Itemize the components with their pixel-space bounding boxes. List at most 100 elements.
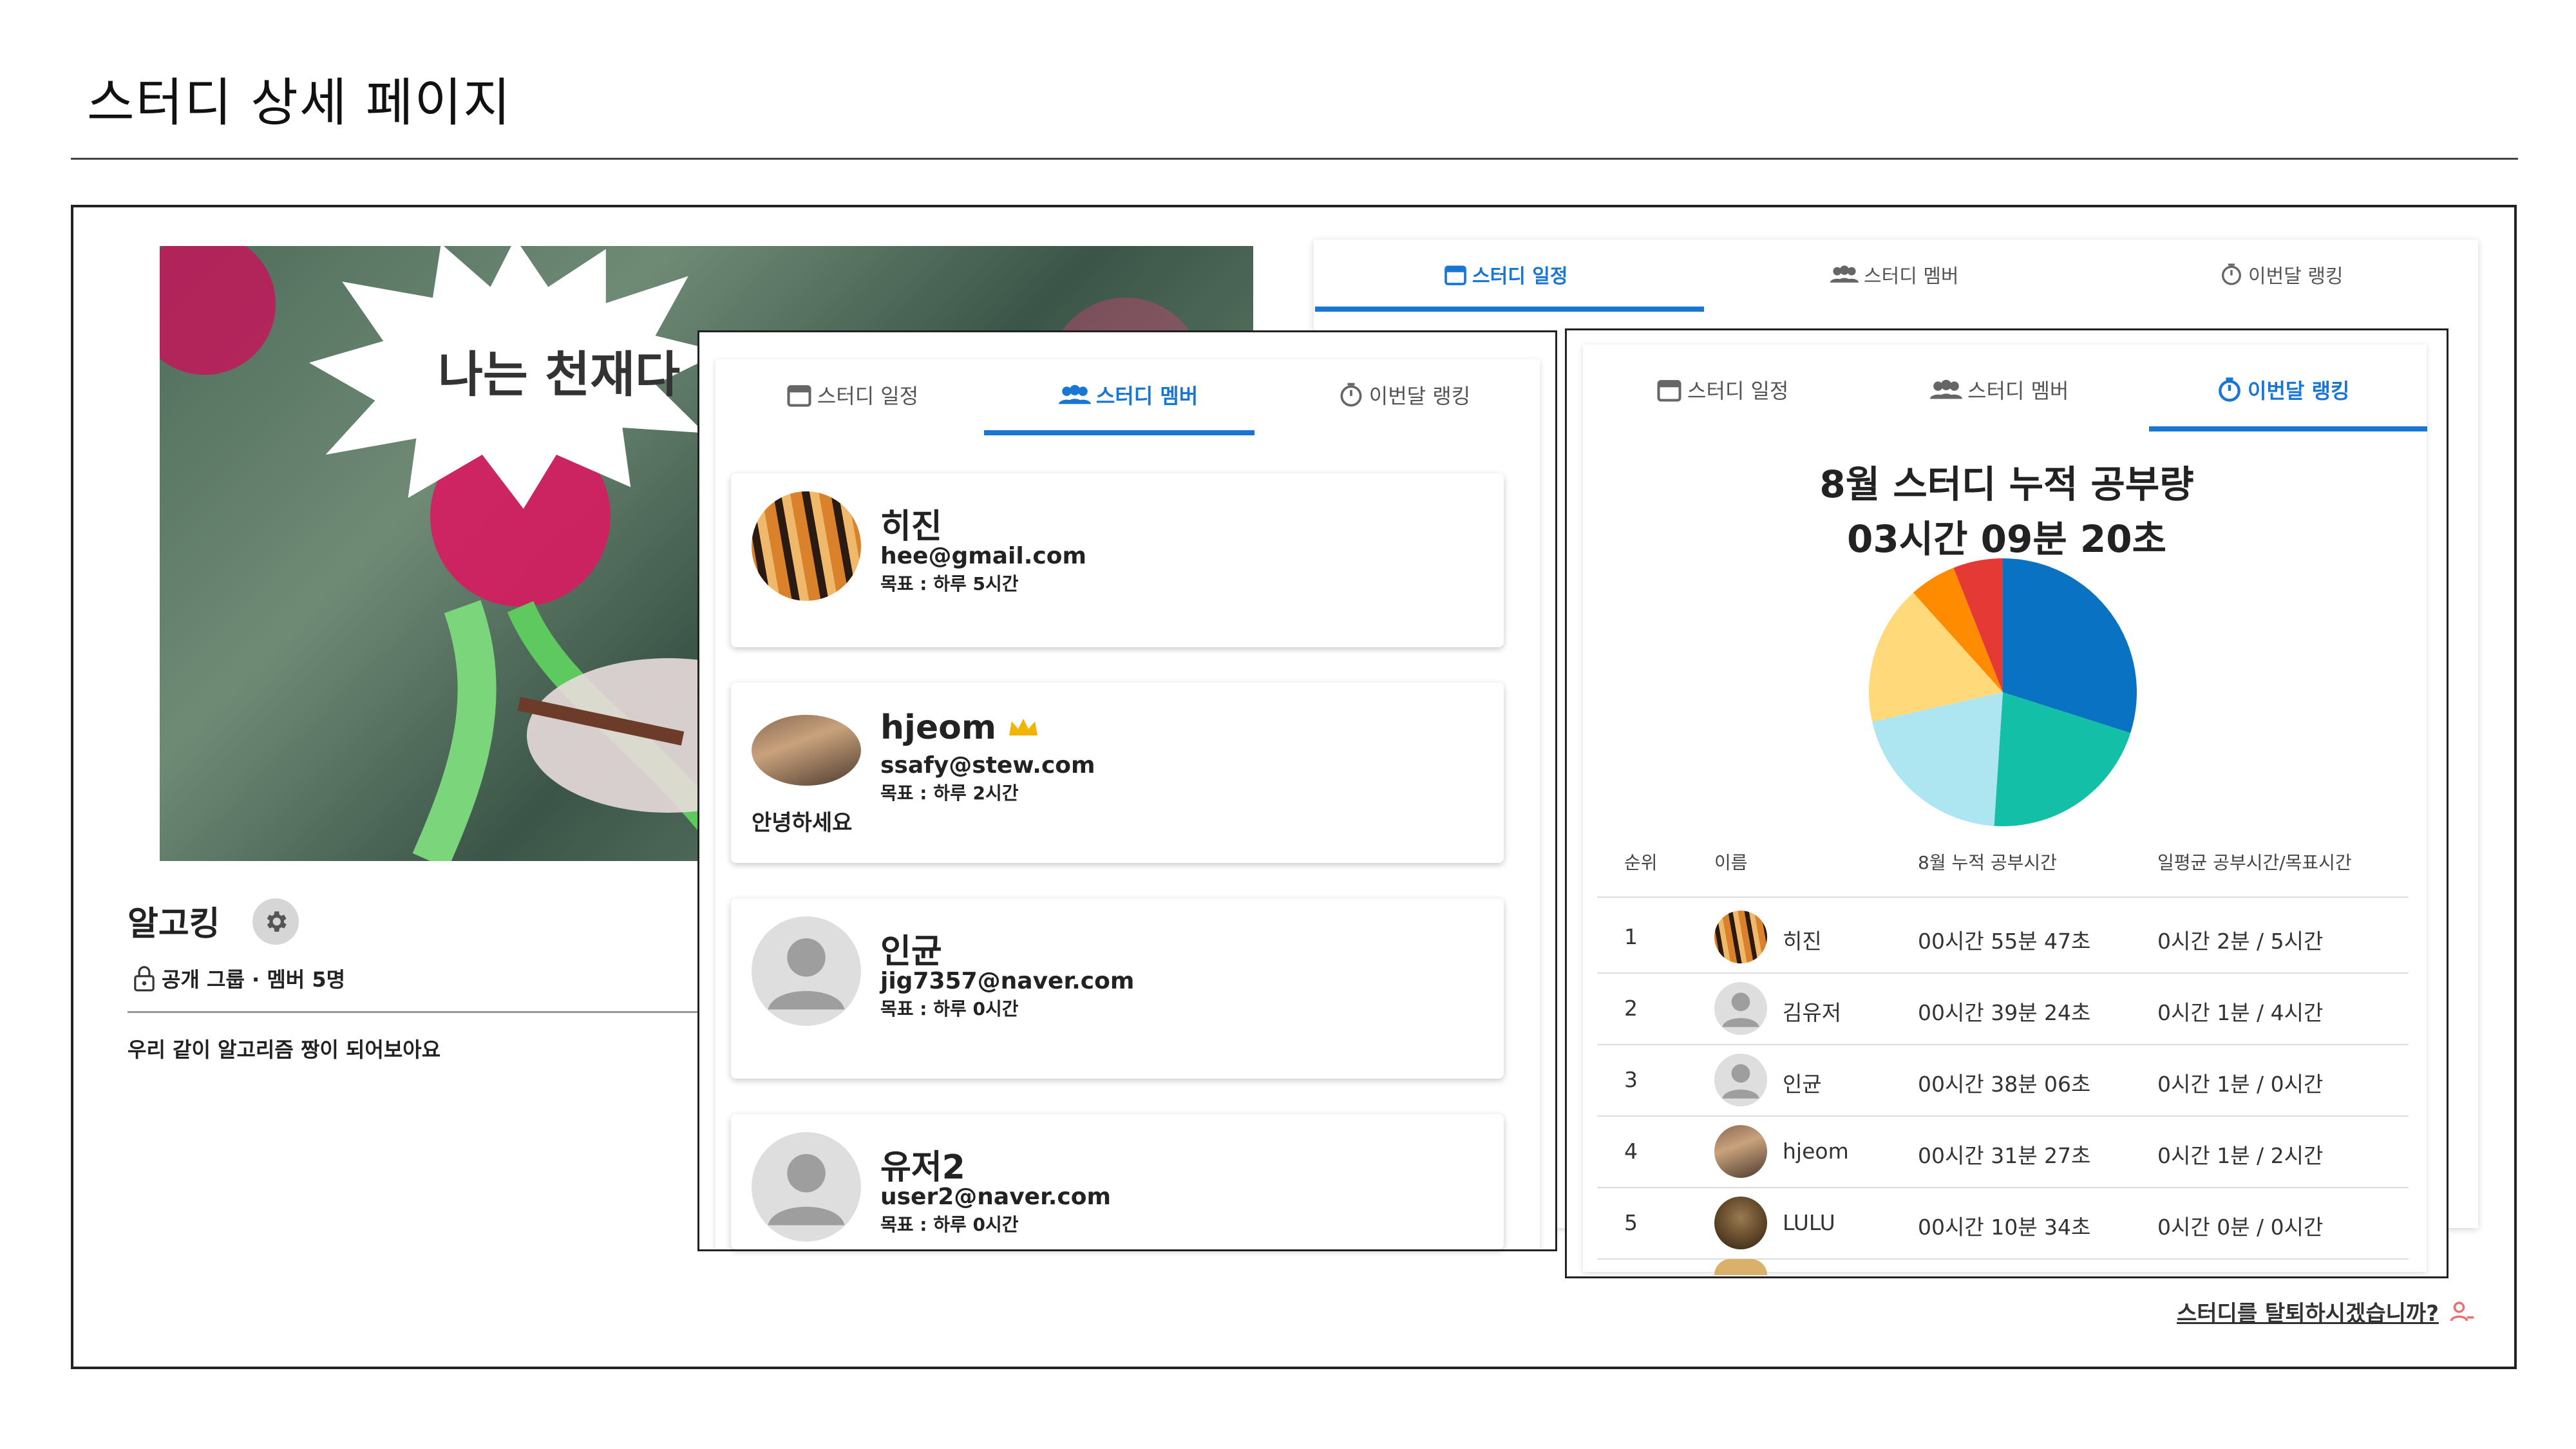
row-divider	[1597, 1187, 2409, 1188]
tab-indicator-back	[1315, 307, 1704, 312]
row-divider	[1597, 972, 2409, 974]
study-meta-text: 공개 그룹 · 멤버 5명	[162, 967, 346, 992]
col-total: 8월 누적 공부시간	[1918, 852, 2057, 873]
tab-schedule-rank[interactable]: 스터디 일정	[1655, 375, 1788, 404]
rank-avatar	[1714, 982, 1767, 1035]
member-card[interactable]: 히진 hee@gmail.com 목표 : 하루 5시간	[731, 473, 1504, 647]
lock-icon	[134, 966, 155, 992]
row-divider	[1597, 1258, 2409, 1260]
ranking-total: 03시간 09분 20초	[1847, 517, 2166, 561]
rank-avg-time: 0시간 0분 / 0시간	[2157, 1215, 2324, 1240]
rank-total-time: 00시간 55분 47초	[1918, 929, 2091, 954]
tab-ranking[interactable]: 이번달 랭킹	[1331, 380, 1477, 410]
rank-name: 인균	[1783, 1072, 1822, 1097]
member-name: hjeom	[880, 708, 1039, 747]
timer-icon	[1340, 383, 1362, 407]
slide-title: 스터디 상세 페이지	[87, 73, 512, 133]
gear-icon	[267, 911, 287, 932]
member-name: 유저2	[880, 1148, 965, 1187]
leave-study-link[interactable]: 스터디를 탈퇴하시겠습니까?	[2177, 1296, 2475, 1327]
member-avatar	[752, 491, 861, 601]
member-name: 인균	[880, 933, 942, 971]
rank-name: LULU	[1783, 1210, 1835, 1235]
member-avatar	[752, 715, 861, 786]
timer-icon	[2222, 263, 2241, 285]
group-icon	[1058, 384, 1092, 404]
member-tab-bar: 스터디 일정 스터디 멤버 이번달 랭킹	[715, 359, 1540, 430]
rank-number: 2	[1624, 996, 1638, 1021]
row-divider	[1597, 1044, 2409, 1045]
tab-ranking-back[interactable]: 이번달 랭킹	[2219, 260, 2344, 289]
rank-avatar-cut	[1714, 1259, 1767, 1275]
timer-icon	[2219, 377, 2240, 402]
col-name: 이름	[1714, 852, 1748, 873]
rank-avatar	[1714, 1125, 1767, 1178]
tab-schedule[interactable]: 스터디 일정	[779, 380, 925, 410]
study-meta: 공개 그룹 · 멤버 5명	[132, 963, 345, 993]
speech-burst-text: 나는 천재다	[438, 346, 681, 403]
ranking-title: 8월 스터디 누적 공부량	[1819, 462, 2194, 506]
rank-avg-time: 0시간 1분 / 2시간	[2157, 1143, 2324, 1168]
rank-total-time: 00시간 39분 24초	[1918, 1000, 2091, 1025]
rank-avg-time: 0시간 1분 / 0시간	[2157, 1072, 2324, 1097]
tab-members-back[interactable]: 스터디 멤버	[1829, 260, 1959, 289]
study-description: 우리 같이 알고리즘 짱이 되어보아요	[128, 1037, 441, 1062]
member-panel-bottom-edge	[697, 1249, 1557, 1251]
rank-avg-time: 0시간 2분 / 5시간	[2157, 929, 2324, 954]
member-goal: 목표 : 하루 2시간	[880, 782, 1019, 804]
rank-number: 5	[1624, 1210, 1638, 1235]
title-divider	[71, 158, 2518, 160]
member-avatar	[752, 916, 861, 1026]
row-divider	[1597, 1115, 2409, 1117]
member-email: ssafy@stew.com	[880, 752, 1095, 779]
member-email: jig7357@naver.com	[880, 968, 1135, 994]
rank-avatar	[1714, 911, 1767, 963]
col-rank: 순위	[1624, 852, 1658, 873]
default-user-icon	[1722, 992, 1759, 1027]
tab-ranking-rank[interactable]: 이번달 랭킹	[2215, 375, 2349, 404]
tab-indicator-ranking	[2149, 426, 2427, 431]
member-card[interactable]: hjeom ssafy@stew.com 목표 : 하루 2시간 안녕하세요	[731, 683, 1504, 863]
default-user-icon	[1722, 1064, 1759, 1099]
study-time-pie-chart	[1869, 558, 2137, 826]
group-icon	[1830, 265, 1859, 283]
tab-members-rank[interactable]: 스터디 멤버	[1929, 375, 2069, 404]
study-name: 알고킹	[128, 905, 220, 943]
rank-total-time: 00시간 38분 06초	[1918, 1072, 2091, 1097]
member-goal: 목표 : 하루 5시간	[880, 573, 1019, 594]
calendar-icon	[787, 385, 811, 407]
settings-button[interactable]	[252, 898, 299, 945]
rank-name: hjeom	[1783, 1139, 1849, 1164]
member-avatar	[752, 1132, 861, 1242]
group-icon	[1929, 379, 1963, 399]
rank-number: 4	[1624, 1139, 1638, 1164]
tab-indicator-members	[984, 430, 1255, 435]
rank-number: 1	[1624, 924, 1638, 949]
member-name: 히진	[880, 507, 942, 546]
info-divider	[128, 1011, 701, 1013]
member-email: user2@naver.com	[880, 1184, 1111, 1210]
rank-total-time: 00시간 31분 27초	[1918, 1143, 2091, 1168]
member-goal: 목표 : 하루 0시간	[880, 998, 1019, 1019]
tab-schedule-back[interactable]: 스터디 일정	[1443, 260, 1567, 289]
rank-name: 히진	[1783, 929, 1822, 954]
member-message: 안녕하세요	[752, 810, 853, 836]
member-card[interactable]: 유저2 user2@naver.com 목표 : 하루 0시간	[731, 1114, 1504, 1249]
default-user-icon	[768, 1154, 845, 1226]
member-card[interactable]: 인균 jig7357@naver.com 목표 : 하루 0시간	[731, 898, 1504, 1079]
rank-number: 3	[1624, 1067, 1638, 1092]
tab-members[interactable]: 스터디 멤버	[1051, 380, 1204, 410]
member-goal: 목표 : 하루 0시간	[880, 1214, 1019, 1235]
calendar-icon	[1444, 265, 1466, 285]
crown-icon	[1009, 719, 1038, 735]
calendar-icon	[1657, 380, 1681, 402]
ranking-panel-bottom-edge	[1565, 1276, 2448, 1278]
rank-total-time: 00시간 10분 34초	[1918, 1215, 2091, 1240]
default-user-icon	[768, 938, 845, 1010]
header-divider	[1597, 896, 2409, 898]
rank-avg-time: 0시간 1분 / 4시간	[2157, 1000, 2324, 1025]
col-avg: 일평균 공부시간/목표시간	[2157, 852, 2352, 873]
rank-name: 김유저	[1783, 1000, 1842, 1025]
rank-avatar	[1714, 1054, 1767, 1106]
user-remove-icon	[2450, 1301, 2474, 1321]
